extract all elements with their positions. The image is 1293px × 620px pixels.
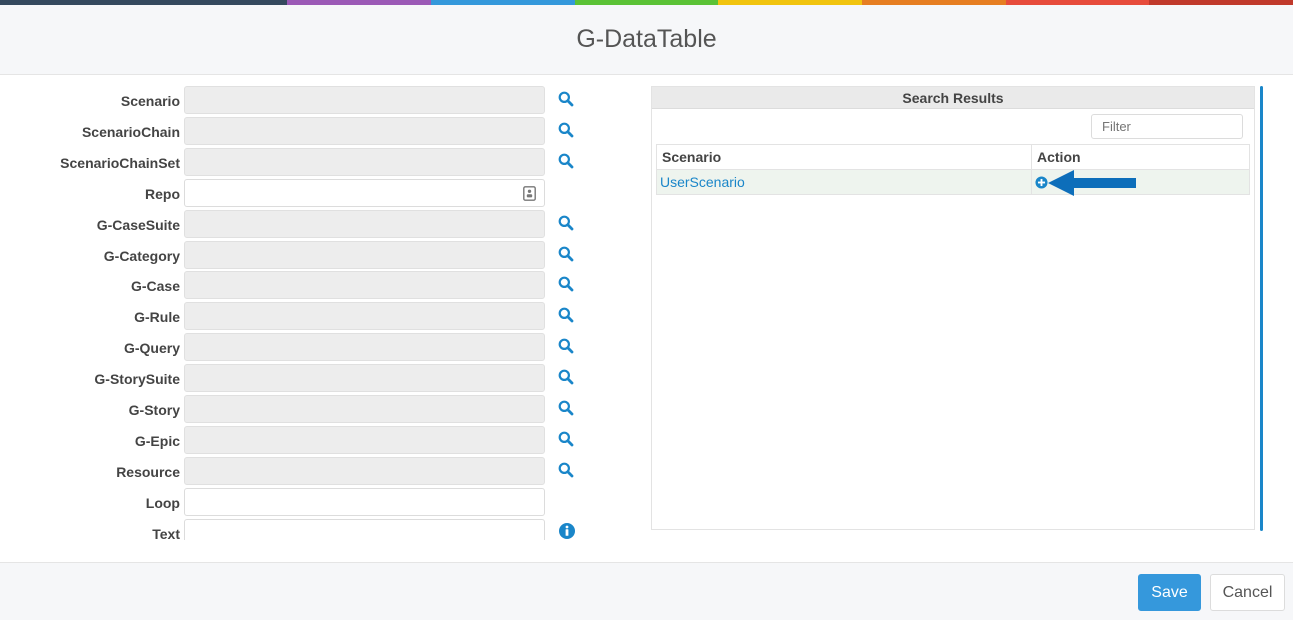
form-row-g-query: G-Query: [0, 333, 600, 362]
g-epic-field[interactable]: [184, 425, 545, 454]
g-storysuite-field[interactable]: [184, 364, 545, 393]
field-label-repo: Repo: [145, 185, 180, 202]
dialog-footer: Save Cancel: [0, 562, 1293, 620]
action-cell: [1031, 169, 1250, 196]
cancel-button[interactable]: Cancel: [1210, 574, 1285, 611]
search-icon[interactable]: [558, 431, 578, 449]
form-row-g-case: G-Case: [0, 271, 600, 300]
form-row-text: Text: [0, 518, 600, 540]
scenario-field[interactable]: [184, 86, 545, 114]
scrollbar[interactable]: [1260, 86, 1263, 531]
results-table: Scenario Action UserScenario: [656, 144, 1250, 196]
search-icon[interactable]: [558, 215, 578, 233]
search-results-panel: Search Results Scenario Action UserScena…: [651, 86, 1255, 530]
search-icon[interactable]: [558, 307, 578, 325]
column-header-scenario: Scenario: [656, 144, 1032, 170]
scenario-link[interactable]: UserScenario: [660, 174, 745, 190]
search-icon[interactable]: [558, 400, 578, 418]
dialog-title: G-DataTable: [576, 25, 717, 53]
scenariochainset-field[interactable]: [184, 147, 545, 176]
g-rule-field[interactable]: [184, 302, 545, 331]
add-circle-icon[interactable]: [1035, 176, 1048, 189]
column-header-action: Action: [1031, 144, 1250, 170]
filter-input[interactable]: [1091, 114, 1243, 139]
form-row-resource: Resource: [0, 456, 600, 485]
form-row-g-storysuite: G-StorySuite: [0, 364, 600, 393]
form-panel: Scenario ScenarioChain ScenarioChainSet Rep…: [0, 76, 600, 540]
info-icon[interactable]: [558, 522, 578, 540]
field-label-g-storysuite: G-StorySuite: [94, 371, 180, 388]
form-row-g-rule: G-Rule: [0, 302, 600, 331]
field-label-g-casesuite: G-CaseSuite: [96, 216, 180, 233]
save-button[interactable]: Save: [1138, 574, 1201, 611]
search-icon[interactable]: [558, 122, 578, 140]
repo-field[interactable]: [184, 178, 545, 207]
form-row-g-epic: G-Epic: [0, 425, 600, 454]
field-label-g-epic: G-Epic: [134, 432, 180, 449]
field-label-g-case: G-Case: [130, 278, 180, 295]
field-label-scenario: Scenario: [120, 93, 180, 109]
search-icon[interactable]: [558, 276, 578, 294]
form-row-g-story: G-Story: [0, 395, 600, 423]
form-row-scenariochain: ScenarioChain: [0, 116, 600, 145]
field-label-scenariochainset: ScenarioChainSet: [60, 154, 180, 171]
form-row-g-category: G-Category: [0, 240, 600, 269]
g-category-field[interactable]: [184, 240, 545, 269]
field-label-g-rule: G-Rule: [134, 309, 180, 326]
field-label-g-category: G-Category: [103, 247, 180, 264]
form-row-loop: Loop: [0, 487, 600, 516]
field-label-text: Text: [152, 525, 180, 540]
field-label-scenariochain: ScenarioChain: [81, 123, 180, 140]
dialog-body: Scenario ScenarioChain ScenarioChainSet Rep…: [0, 76, 1293, 560]
g-casesuite-field[interactable]: [184, 209, 545, 238]
form-row-scenario: Scenario: [0, 86, 600, 114]
field-label-loop: Loop: [145, 494, 180, 511]
arrow-left-annotation: [1048, 170, 1136, 196]
search-icon[interactable]: [558, 246, 578, 264]
resource-field[interactable]: [184, 456, 545, 485]
field-label-g-story: G-Story: [128, 402, 180, 418]
text-field[interactable]: [184, 518, 545, 540]
form-row-g-casesuite: G-CaseSuite: [0, 209, 600, 238]
scenario-cell: UserScenario: [656, 169, 1032, 195]
field-label-g-query: G-Query: [123, 340, 180, 357]
search-icon[interactable]: [558, 153, 578, 171]
form-row-repo: Repo: [0, 178, 600, 207]
search-icon[interactable]: [558, 91, 578, 109]
form-row-scenariochainset: ScenarioChainSet: [0, 147, 600, 176]
dialog-header: G-DataTable: [0, 5, 1293, 75]
search-icon[interactable]: [558, 369, 578, 387]
g-story-field[interactable]: [184, 395, 545, 423]
search-icon[interactable]: [558, 462, 578, 480]
loop-field[interactable]: [184, 487, 545, 516]
search-results-title: Search Results: [652, 87, 1254, 109]
field-label-resource: Resource: [116, 463, 180, 480]
table-row: UserScenario: [656, 169, 1250, 196]
g-query-field[interactable]: [184, 333, 545, 362]
picker-icon[interactable]: [523, 185, 536, 201]
g-case-field[interactable]: [184, 271, 545, 300]
scenariochain-field[interactable]: [184, 116, 545, 145]
search-icon[interactable]: [558, 338, 578, 356]
